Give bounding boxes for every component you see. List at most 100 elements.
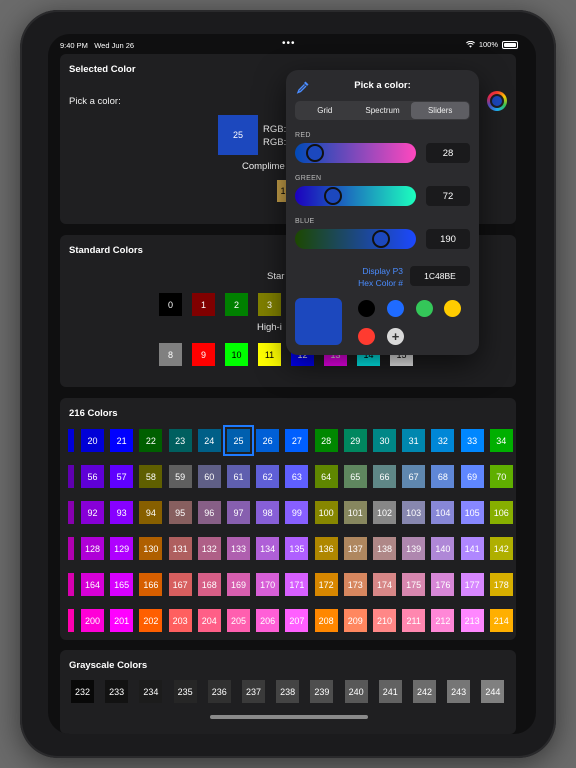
add-preset-plus-icon[interactable]: +	[387, 328, 404, 345]
color-216-swatch[interactable]: 20	[81, 429, 104, 452]
high-intensity-swatch[interactable]: 8	[159, 343, 182, 366]
grayscale-swatch[interactable]: 232	[71, 680, 94, 703]
color-216-swatch[interactable]: 139	[402, 537, 426, 560]
standard-color-swatch[interactable]: 2	[225, 293, 248, 316]
color-216-swatch[interactable]: 27	[285, 429, 309, 452]
color-216-swatch[interactable]: 130	[139, 537, 163, 560]
color-216-swatch[interactable]: 129	[110, 537, 134, 560]
selected-swatch[interactable]: 25	[218, 115, 258, 155]
color-216-swatch[interactable]: 140	[431, 537, 455, 560]
red-slider[interactable]	[295, 143, 416, 163]
high-intensity-swatch[interactable]: 10	[225, 343, 248, 366]
partial-color-swatch[interactable]	[68, 609, 74, 632]
color-216-swatch[interactable]: 136	[314, 537, 338, 560]
red-value-field[interactable]: 28	[426, 143, 470, 163]
high-intensity-swatch[interactable]: 11	[258, 343, 281, 366]
color-216-swatch[interactable]: 24	[197, 429, 221, 452]
color-216-swatch[interactable]: 26	[256, 429, 280, 452]
partial-color-swatch[interactable]	[68, 573, 74, 596]
grayscale-swatch[interactable]: 242	[413, 680, 436, 703]
color-216-swatch[interactable]: 32	[431, 429, 455, 452]
color-216-swatch[interactable]: 104	[431, 501, 455, 524]
color-216-swatch[interactable]: 28	[314, 429, 338, 452]
high-intensity-swatch[interactable]: 9	[192, 343, 215, 366]
color-216-swatch[interactable]: 166	[139, 573, 163, 596]
color-216-swatch[interactable]: 206	[256, 609, 280, 632]
color-216-swatch[interactable]: 205	[227, 609, 250, 632]
partial-color-swatch[interactable]	[68, 501, 74, 524]
color-216-swatch[interactable]: 93	[110, 501, 134, 524]
color-216-swatch[interactable]: 101	[343, 501, 367, 524]
grayscale-swatch[interactable]: 236	[207, 680, 231, 703]
color-216-swatch[interactable]: 65	[343, 465, 367, 488]
tab-grid[interactable]: Grid	[296, 102, 354, 119]
color-216-swatch[interactable]: 141	[460, 537, 484, 560]
standard-color-swatch[interactable]: 0	[159, 293, 182, 316]
grayscale-swatch[interactable]: 244	[481, 680, 505, 703]
color-wheel-icon[interactable]	[487, 91, 507, 111]
color-216-swatch[interactable]: 208	[314, 609, 338, 632]
color-216-swatch[interactable]: 169	[227, 573, 250, 596]
grayscale-swatch[interactable]: 235	[173, 680, 197, 703]
color-216-swatch[interactable]: 62	[256, 465, 280, 488]
color-216-swatch[interactable]: 201	[110, 609, 134, 632]
color-216-swatch[interactable]: 133	[227, 537, 250, 560]
grayscale-swatch[interactable]: 233	[105, 680, 129, 703]
color-216-swatch[interactable]: 98	[256, 501, 280, 524]
color-216-swatch[interactable]: 106	[489, 501, 513, 524]
color-216-swatch[interactable]: 172	[314, 573, 338, 596]
partial-color-swatch[interactable]	[68, 537, 74, 560]
color-216-swatch[interactable]: 30	[373, 429, 396, 452]
color-216-swatch[interactable]: 211	[402, 609, 426, 632]
color-216-swatch[interactable]: 174	[373, 573, 396, 596]
color-216-swatch[interactable]: 25	[223, 425, 254, 456]
preset-blue[interactable]	[387, 300, 404, 317]
green-slider-knob[interactable]	[323, 187, 342, 205]
color-216-swatch[interactable]: 142	[489, 537, 513, 560]
blue-value-field[interactable]: 190	[426, 229, 470, 249]
display-p3-link[interactable]: Display P3	[331, 266, 403, 276]
color-216-swatch[interactable]: 67	[402, 465, 426, 488]
grayscale-swatch[interactable]: 234	[139, 680, 163, 703]
color-216-swatch[interactable]: 92	[81, 501, 104, 524]
color-216-swatch[interactable]: 178	[489, 573, 513, 596]
color-216-swatch[interactable]: 97	[227, 501, 250, 524]
green-value-field[interactable]: 72	[426, 186, 470, 206]
color-216-swatch[interactable]: 105	[460, 501, 484, 524]
grayscale-swatch[interactable]: 241	[378, 680, 402, 703]
preset-black[interactable]	[358, 300, 375, 317]
tab-spectrum[interactable]: Spectrum	[354, 102, 412, 119]
grayscale-swatch[interactable]: 243	[447, 680, 471, 703]
color-216-swatch[interactable]: 34	[489, 429, 513, 452]
color-216-swatch[interactable]: 176	[431, 573, 455, 596]
hex-value-field[interactable]: 1C48BE	[410, 266, 470, 286]
color-216-swatch[interactable]: 213	[460, 609, 484, 632]
preset-green[interactable]	[416, 300, 433, 317]
color-216-swatch[interactable]: 99	[285, 501, 309, 524]
standard-color-swatch[interactable]: 3	[258, 293, 281, 316]
color-216-swatch[interactable]: 69	[460, 465, 484, 488]
color-216-swatch[interactable]: 96	[197, 501, 221, 524]
color-216-swatch[interactable]: 56	[81, 465, 104, 488]
color-216-swatch[interactable]: 102	[373, 501, 396, 524]
color-216-swatch[interactable]: 209	[343, 609, 367, 632]
color-216-swatch[interactable]: 135	[285, 537, 309, 560]
blue-slider-knob[interactable]	[372, 230, 391, 248]
partial-color-swatch[interactable]	[68, 429, 74, 452]
grayscale-swatch[interactable]: 238	[276, 680, 300, 703]
color-216-swatch[interactable]: 203	[168, 609, 192, 632]
color-216-swatch[interactable]: 29	[343, 429, 367, 452]
grayscale-swatch[interactable]: 240	[344, 680, 368, 703]
color-216-swatch[interactable]: 64	[314, 465, 338, 488]
color-216-swatch[interactable]: 132	[197, 537, 221, 560]
color-216-swatch[interactable]: 214	[489, 609, 513, 632]
color-216-swatch[interactable]: 138	[373, 537, 396, 560]
color-216-swatch[interactable]: 212	[431, 609, 455, 632]
standard-color-swatch[interactable]: 1	[192, 293, 215, 316]
color-216-swatch[interactable]: 168	[197, 573, 221, 596]
color-216-swatch[interactable]: 66	[373, 465, 396, 488]
color-216-swatch[interactable]: 31	[402, 429, 426, 452]
color-216-swatch[interactable]: 57	[110, 465, 134, 488]
color-216-swatch[interactable]: 171	[285, 573, 309, 596]
color-216-swatch[interactable]: 173	[343, 573, 367, 596]
